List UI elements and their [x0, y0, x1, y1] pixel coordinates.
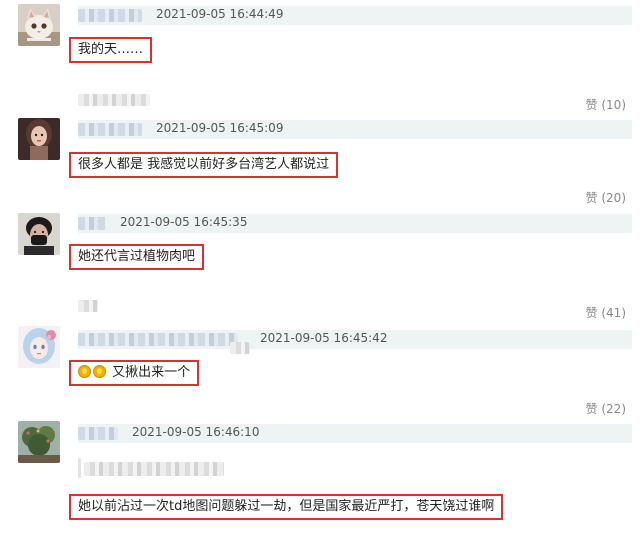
woman-photo-avatar[interactable]	[18, 118, 60, 160]
comment-timestamp: 2021-09-05 16:46:10	[132, 425, 260, 439]
comment-meta-bar: 2021-09-05 16:44:49	[78, 6, 632, 25]
comment-text: 她以前沾过一次td地图问题躲过一劫，但是国家最近严打，苍天饶过谁啊	[69, 494, 504, 520]
comment-timestamp: 2021-09-05 16:44:49	[156, 7, 284, 21]
blurred-reply-line	[78, 300, 98, 312]
like-button[interactable]: 赞 (22)	[586, 400, 626, 417]
clapping-hands-emoji	[93, 365, 106, 378]
like-button[interactable]: 赞 (41)	[586, 304, 626, 321]
comment-meta-bar: 2021-09-05 16:45:09	[78, 120, 632, 139]
comment-timestamp: 2021-09-05 16:45:35	[120, 215, 248, 229]
comment-text: 又揪出来一个	[69, 360, 200, 386]
like-button[interactable]: 赞 (10)	[586, 96, 626, 113]
comment-text: 我的天……	[69, 37, 153, 63]
clapping-hands-emoji	[78, 365, 91, 378]
cat-photo-avatar[interactable]	[18, 4, 60, 46]
like-button[interactable]: 赞 (20)	[586, 189, 626, 206]
comment-text: 很多人都是 我感觉以前好多台湾艺人都说过	[69, 152, 339, 178]
comment-timestamp: 2021-09-05 16:45:42	[260, 331, 388, 345]
blurred-username[interactable]	[78, 217, 106, 230]
blurred-username[interactable]	[78, 9, 142, 22]
anime-girl-avatar[interactable]	[18, 326, 60, 368]
quote-marker	[78, 458, 81, 478]
blurred-username-tail	[230, 342, 250, 354]
comment-meta-bar: 2021-09-05 16:45:35	[78, 214, 632, 233]
tree-photo-avatar[interactable]	[18, 421, 60, 463]
comment-timestamp: 2021-09-05 16:45:09	[156, 121, 284, 135]
blurred-reply-line	[78, 94, 150, 106]
blurred-username[interactable]	[78, 123, 142, 136]
comment-text-body: 又揪出来一个	[112, 365, 191, 380]
comment-text: 她还代言过植物肉吧	[69, 244, 205, 270]
masked-person-avatar[interactable]	[18, 213, 60, 255]
comment-meta-bar: 2021-09-05 16:46:10	[78, 424, 632, 443]
blurred-username[interactable]	[78, 427, 118, 440]
comment-meta-bar: 2021-09-05 16:45:42	[78, 330, 632, 349]
blurred-quoted-reply	[84, 462, 224, 476]
blurred-username[interactable]	[78, 333, 238, 346]
